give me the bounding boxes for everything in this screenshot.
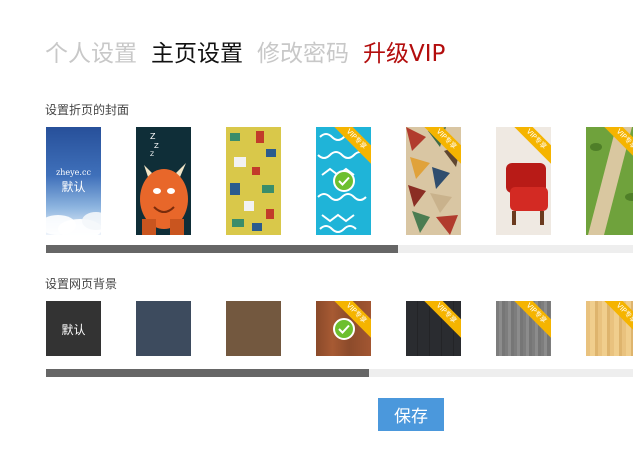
background-scrollbar[interactable] xyxy=(46,369,633,377)
background-option-light-wood[interactable]: VIP专享 xyxy=(586,301,633,356)
cover-option-blue-squiggle[interactable]: VIP专享 xyxy=(316,127,371,235)
cover-option-geometric[interactable]: VIP专享 xyxy=(406,127,461,235)
save-button[interactable]: 保存 xyxy=(378,398,444,431)
cover-section-label: 设置折页的封面 xyxy=(45,103,130,117)
cover-scrollbar-thumb[interactable] xyxy=(46,245,399,253)
background-option-brown[interactable] xyxy=(226,301,281,356)
cover-option-red-chair[interactable]: VIP专享 xyxy=(496,127,551,235)
background-thumbnails: 默认 VIP专享 VIP专享 VIP专享 VIP专享 xyxy=(46,301,633,356)
background-scrollbar-thumb[interactable] xyxy=(46,369,369,377)
cover-default-label: 默认 xyxy=(61,180,86,194)
svg-text:Z: Z xyxy=(150,151,154,158)
cover-option-monster[interactable]: Z Z Z xyxy=(136,127,191,235)
tab-homepage-settings[interactable]: 主页设置 xyxy=(151,34,243,68)
background-option-grey-wood[interactable]: VIP专享 xyxy=(496,301,551,356)
cover-thumbnails: zheye.cc 默认 Z Z Z VIP专享 VIP专享 VIP专享 VIP专… xyxy=(46,127,633,235)
yellow-pattern-illustration xyxy=(230,131,276,231)
vip-badge: VIP专享 xyxy=(506,301,551,343)
svg-text:Z: Z xyxy=(150,132,156,141)
cover-option-default[interactable]: zheye.cc 默认 xyxy=(46,127,101,235)
monster-illustration: Z Z Z xyxy=(140,132,188,235)
svg-text:Z: Z xyxy=(154,142,159,150)
background-default-label: 默认 xyxy=(61,323,86,337)
tab-personal-settings[interactable]: 个人设置 xyxy=(45,34,137,68)
tab-upgrade-vip[interactable]: 升级VIP xyxy=(363,34,445,68)
tab-change-password[interactable]: 修改密码 xyxy=(257,34,349,68)
homepage-settings-page: 个人设置 主页设置 修改密码 升级VIP 设置折页的封面 zheye.cc 默认… xyxy=(0,0,633,462)
settings-tabs: 个人设置 主页设置 修改密码 升级VIP xyxy=(45,34,459,68)
cover-option-green-lawn[interactable]: VIP专享 xyxy=(586,127,633,235)
background-option-default[interactable]: 默认 xyxy=(46,301,101,356)
cover-option-yellow-pattern[interactable] xyxy=(226,127,281,235)
background-option-slate[interactable] xyxy=(136,301,191,356)
selected-check-icon xyxy=(332,317,355,340)
cover-site-text: zheye.cc xyxy=(56,168,91,177)
background-option-dark-grid[interactable]: VIP专享 xyxy=(406,301,461,356)
vip-badge: VIP专享 xyxy=(416,301,461,343)
vip-badge: VIP专享 xyxy=(596,301,633,343)
cover-scrollbar[interactable] xyxy=(46,245,633,253)
selected-check-icon xyxy=(332,170,355,192)
background-option-wood-red[interactable]: VIP专享 xyxy=(316,301,371,356)
background-section-label: 设置网页背景 xyxy=(45,277,118,291)
